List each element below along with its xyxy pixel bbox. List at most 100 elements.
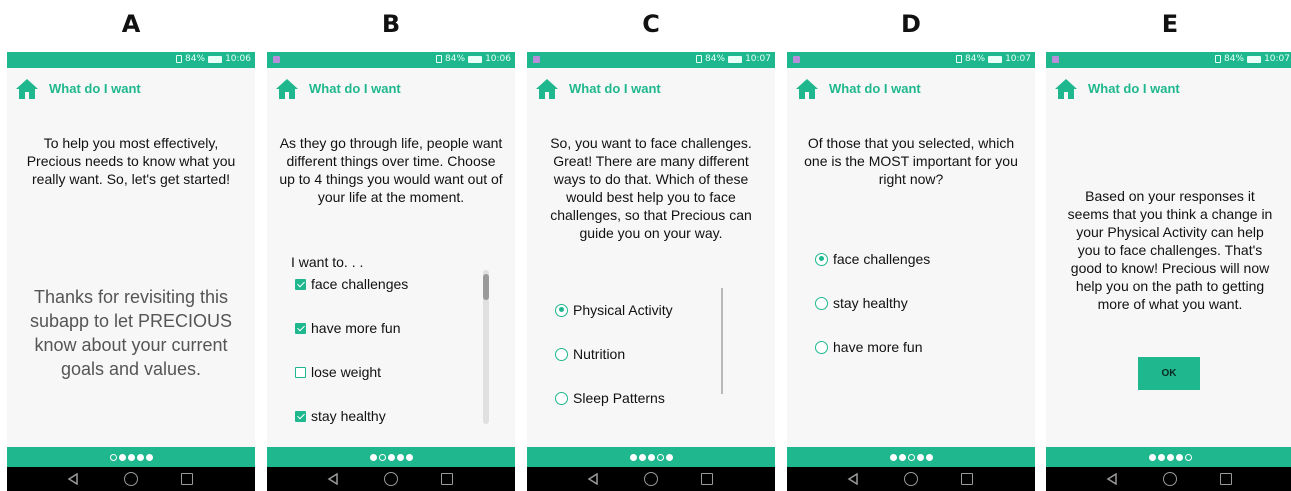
panel-a: A 84% 10:06 What do I want To help you m… [7,0,255,491]
home-icon[interactable] [1054,78,1078,100]
android-nav-bar [787,467,1035,491]
page-dot [396,453,404,461]
sim-icon [176,55,183,63]
sim-icon [956,55,963,63]
question-text: Of those that you selected, which one is… [804,135,1018,187]
android-nav-bar [267,467,515,491]
clock: 10:07 [1005,54,1031,64]
page-dot [387,453,395,461]
scrollbar[interactable] [721,288,723,394]
option-face-challenges[interactable]: face challenges [815,251,930,267]
back-icon[interactable] [1106,473,1118,485]
page-dot [665,453,673,461]
page-dot [127,453,135,461]
option-stay-healthy[interactable]: stay healthy [815,295,908,311]
page-dot [629,453,637,461]
page-dot [1157,453,1165,461]
home-icon[interactable] [795,78,819,100]
android-nav-bar [7,467,255,491]
result-text: Based on your responses it seems that yo… [1067,188,1273,312]
panel-label: A [121,10,141,38]
option-label: Nutrition [573,346,626,362]
nav-home-icon[interactable] [124,472,138,486]
app-title: What do I want [569,81,661,96]
phone-screen: 84% 10:07 What do I want Of those that y… [787,52,1035,491]
status-bar: 84% 10:06 [267,52,515,68]
home-icon[interactable] [535,78,559,100]
recent-apps-icon[interactable] [181,473,193,485]
phone-screen: 84% 10:07 What do I want So, you want to… [527,52,775,491]
checkbox[interactable] [295,322,306,334]
option-sleep-patterns[interactable]: Sleep Patterns [555,390,665,406]
page-dot [889,453,897,461]
back-icon[interactable] [67,473,79,485]
radio-button[interactable] [555,303,568,317]
checkbox[interactable] [295,366,306,378]
radio-button[interactable] [815,252,828,266]
recent-apps-icon[interactable] [441,473,453,485]
option-physical-activity[interactable]: Physical Activity [555,302,673,318]
option-face-challenges[interactable]: face challenges [295,276,408,292]
panel-e: E 84% 10:07 What do I want Based on your… [1046,0,1291,491]
ok-button[interactable]: OK [1138,357,1200,390]
nav-home-icon[interactable] [384,472,398,486]
clock: 10:06 [485,54,511,64]
radio-button[interactable] [555,391,568,405]
question-text: So, you want to face challenges. Great! … [550,135,752,241]
scrollbar-thumb[interactable] [483,274,489,300]
sim-icon [436,55,443,63]
nav-home-icon[interactable] [1163,472,1177,486]
page-dot [1148,453,1156,461]
battery-icon [728,55,743,63]
option-lose-weight[interactable]: lose weight [295,364,381,380]
app-bar: What do I want [787,76,1035,102]
status-bar: 84% 10:07 [527,52,775,68]
page-dot [647,453,655,461]
option-have-more-fun[interactable]: have more fun [295,320,401,336]
radio-button[interactable] [815,296,828,310]
nav-home-icon[interactable] [904,472,918,486]
back-icon[interactable] [327,473,339,485]
panel-label: E [1161,10,1179,38]
radio-button[interactable] [555,347,568,361]
panel-d: D 84% 10:07 What do I want Of those that… [787,0,1035,491]
clock: 10:07 [745,54,771,64]
option-label: have more fun [833,339,923,355]
page-dot [898,453,906,461]
page-dot [916,453,924,461]
sim-icon [1215,55,1222,63]
page-dot [405,453,413,461]
scrollbar[interactable] [483,270,489,424]
status-bar: 84% 10:07 [787,52,1035,68]
back-icon[interactable] [847,473,859,485]
checkbox[interactable] [295,410,306,422]
page-dot [109,453,117,461]
battery-percent: 84% [445,54,466,64]
nav-home-icon[interactable] [644,472,658,486]
page-dot [145,453,153,461]
page-indicator [7,447,255,467]
home-icon[interactable] [15,78,39,100]
back-icon[interactable] [587,473,599,485]
page-dot [638,453,646,461]
clock: 10:06 [225,54,251,64]
recent-apps-icon[interactable] [1220,473,1232,485]
option-label: have more fun [311,320,401,336]
page-indicator [787,447,1035,467]
page-dot [1166,453,1174,461]
option-nutrition[interactable]: Nutrition [555,346,625,362]
home-icon[interactable] [275,78,299,100]
panel-b: B 84% 10:06 What do I want As they go th… [267,0,515,491]
option-have-more-fun[interactable]: have more fun [815,339,923,355]
app-title: What do I want [49,81,141,96]
recent-apps-icon[interactable] [701,473,713,485]
battery-icon [988,55,1003,63]
phone-screen: 84% 10:07 What do I want Based on your r… [1046,52,1291,491]
checkbox[interactable] [295,278,306,290]
recent-apps-icon[interactable] [961,473,973,485]
app-bar: What do I want [267,76,515,102]
radio-button[interactable] [815,340,828,354]
panel-label: C [642,10,660,38]
option-stay-healthy[interactable]: stay healthy [295,408,386,424]
option-label: face challenges [833,251,931,267]
